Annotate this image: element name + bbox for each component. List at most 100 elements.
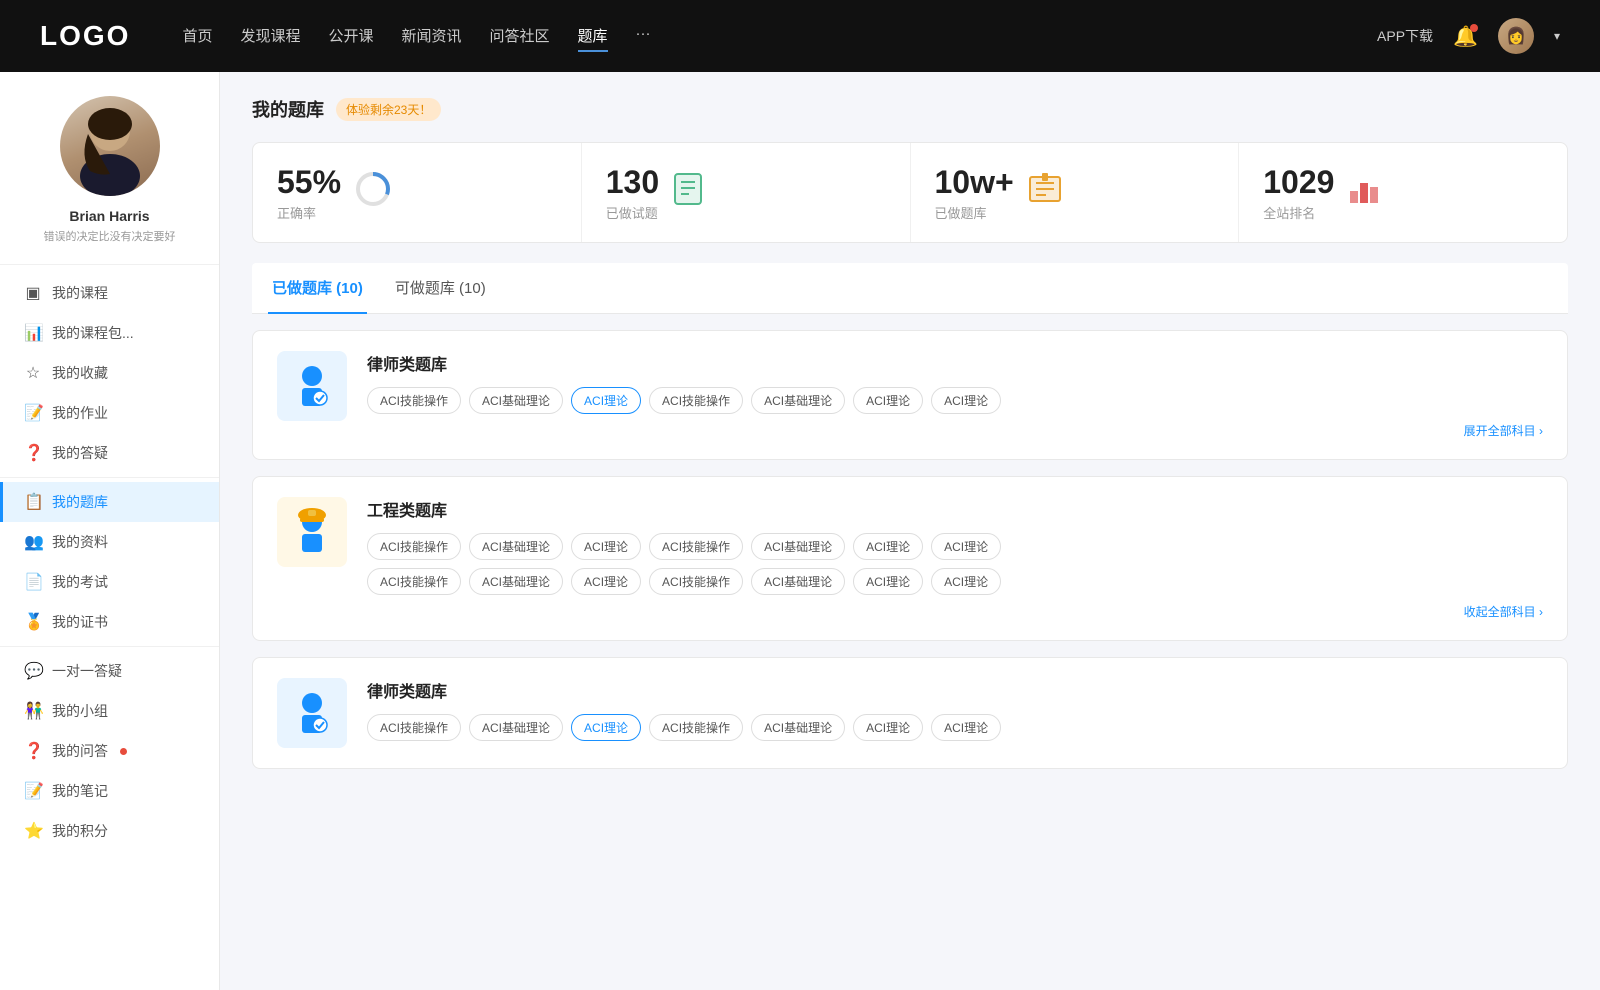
notification-dot <box>1470 24 1478 32</box>
done-questions-icon <box>673 172 703 213</box>
sidebar-item-one-on-one[interactable]: 💬 一对一答疑 <box>0 651 219 691</box>
sidebar: Brian Harris 错误的决定比没有决定要好 ▣ 我的课程 📊 我的课程包… <box>0 72 220 990</box>
bank3-tag-2[interactable]: ACI理论 <box>571 714 641 741</box>
sidebar-menu: ▣ 我的课程 📊 我的课程包... ☆ 我的收藏 📝 我的作业 ❓ 我的答疑 📋 <box>0 265 219 859</box>
stat-done-banks-label: 已做题库 <box>935 203 1014 222</box>
bank1-tag-1[interactable]: ACI基础理论 <box>469 387 563 414</box>
sidebar-item-group[interactable]: 👫 我的小组 <box>0 691 219 731</box>
sidebar-item-label: 我的积分 <box>52 821 108 841</box>
stat-done-questions: 130 已做试题 <box>582 143 911 242</box>
stat-accuracy-label: 正确率 <box>277 203 341 222</box>
bank2-extra-tag-6[interactable]: ACI理论 <box>931 568 1001 595</box>
sidebar-item-notes[interactable]: 📝 我的笔记 <box>0 771 219 811</box>
bank2-tag-4[interactable]: ACI基础理论 <box>751 533 845 560</box>
bank3-tag-3[interactable]: ACI技能操作 <box>649 714 743 741</box>
homework-icon: 📝 <box>24 403 42 423</box>
sidebar-item-favorites[interactable]: ☆ 我的收藏 <box>0 353 219 393</box>
bank1-tag-5[interactable]: ACI理论 <box>853 387 923 414</box>
bank-card-2-tags-row1: ACI技能操作 ACI基础理论 ACI理论 ACI技能操作 ACI基础理论 AC… <box>367 533 1543 560</box>
sidebar-item-qa[interactable]: ❓ 我的答疑 <box>0 433 219 473</box>
sidebar-item-label: 我的作业 <box>52 403 108 423</box>
bank1-tag-0[interactable]: ACI技能操作 <box>367 387 461 414</box>
qa-icon: ❓ <box>24 443 42 463</box>
sidebar-motto: 错误的决定比没有决定要好 <box>20 228 199 244</box>
bank2-tag-5[interactable]: ACI理论 <box>853 533 923 560</box>
bank-card-3-content: 律师类题库 ACI技能操作 ACI基础理论 ACI理论 ACI技能操作 ACI基… <box>367 678 1543 745</box>
bank2-extra-tag-4[interactable]: ACI基础理论 <box>751 568 845 595</box>
bank-card-1-icon <box>277 351 347 421</box>
bank2-extra-tag-5[interactable]: ACI理论 <box>853 568 923 595</box>
tab-available-banks[interactable]: 可做题库 (10) <box>391 263 490 314</box>
sidebar-item-certificate[interactable]: 🏅 我的证书 <box>0 602 219 642</box>
questionbank-icon: 📋 <box>24 492 42 512</box>
bank2-extra-tag-2[interactable]: ACI理论 <box>571 568 641 595</box>
nav-menu: 首页 发现课程 公开课 新闻资讯 问答社区 题库 ··· <box>182 21 1345 52</box>
bank1-tag-2[interactable]: ACI理论 <box>571 387 641 414</box>
sidebar-item-label: 我的资料 <box>52 532 108 552</box>
sidebar-item-points[interactable]: ⭐ 我的积分 <box>0 811 219 851</box>
sidebar-item-questions[interactable]: ❓ 我的问答 <box>0 731 219 771</box>
sidebar-item-questionbank[interactable]: 📋 我的题库 <box>0 482 219 522</box>
bank-card-2-tags-row2: ACI技能操作 ACI基础理论 ACI理论 ACI技能操作 ACI基础理论 AC… <box>367 568 1543 595</box>
sidebar-item-label: 我的笔记 <box>52 781 108 801</box>
sidebar-item-exam[interactable]: 📄 我的考试 <box>0 562 219 602</box>
sidebar-item-label: 我的题库 <box>52 492 108 512</box>
tabs-row: 已做题库 (10) 可做题库 (10) <box>252 263 1568 314</box>
bank-card-1-title: 律师类题库 <box>367 351 1543 375</box>
avatar-dropdown-icon[interactable]: ▾ <box>1554 29 1560 43</box>
nav-courses[interactable]: 发现课程 <box>240 21 300 52</box>
nav-qa[interactable]: 问答社区 <box>490 21 550 52</box>
bank2-tag-6[interactable]: ACI理论 <box>931 533 1001 560</box>
sidebar-item-label: 我的小组 <box>52 701 108 721</box>
nav-more[interactable]: ··· <box>636 21 651 52</box>
nav-open-course[interactable]: 公开课 <box>328 21 373 52</box>
sidebar-item-label: 我的课程包... <box>52 323 134 343</box>
navbar: LOGO 首页 发现课程 公开课 新闻资讯 问答社区 题库 ··· APP下载 … <box>0 0 1600 72</box>
questions-icon: ❓ <box>24 741 42 761</box>
bank2-tag-1[interactable]: ACI基础理论 <box>469 533 563 560</box>
sidebar-item-label: 我的收藏 <box>52 363 108 383</box>
bank-card-2-collapse[interactable]: 收起全部科目 › <box>367 603 1543 620</box>
bank2-extra-tag-3[interactable]: ACI技能操作 <box>649 568 743 595</box>
bank-card-1-tags: ACI技能操作 ACI基础理论 ACI理论 ACI技能操作 ACI基础理论 AC… <box>367 387 1543 414</box>
bank3-tag-0[interactable]: ACI技能操作 <box>367 714 461 741</box>
tab-done-banks[interactable]: 已做题库 (10) <box>268 263 367 314</box>
bank3-tag-6[interactable]: ACI理论 <box>931 714 1001 741</box>
sidebar-item-profile[interactable]: 👥 我的资料 <box>0 522 219 562</box>
main-content: 我的题库 体验剩余23天！ 55% 正确率 <box>220 72 1600 990</box>
bank2-extra-tag-1[interactable]: ACI基础理论 <box>469 568 563 595</box>
sidebar-item-my-courses[interactable]: ▣ 我的课程 <box>0 273 219 313</box>
points-icon: ⭐ <box>24 821 42 841</box>
stat-ranking-value: 1029 <box>1263 163 1334 201</box>
avatar[interactable]: 👩 <box>1498 18 1534 54</box>
sidebar-item-label: 一对一答疑 <box>52 661 122 681</box>
bank3-tag-5[interactable]: ACI理论 <box>853 714 923 741</box>
notification-bell-icon[interactable]: 🔔 <box>1453 24 1478 49</box>
stat-accuracy-value: 55% <box>277 163 341 201</box>
bank-card-2: 工程类题库 ACI技能操作 ACI基础理论 ACI理论 ACI技能操作 ACI基… <box>252 476 1568 641</box>
sidebar-item-homework[interactable]: 📝 我的作业 <box>0 393 219 433</box>
engineer-svg <box>286 506 338 558</box>
sidebar-username: Brian Harris <box>20 208 199 224</box>
nav-questionbank[interactable]: 题库 <box>578 21 608 52</box>
bank2-tag-2[interactable]: ACI理论 <box>571 533 641 560</box>
app-download-button[interactable]: APP下载 <box>1377 26 1433 46</box>
stat-done-banks: 10w+ 已做题库 <box>911 143 1240 242</box>
nav-news[interactable]: 新闻资讯 <box>402 21 462 52</box>
stat-done-banks-value: 10w+ <box>935 163 1014 201</box>
bank2-tag-3[interactable]: ACI技能操作 <box>649 533 743 560</box>
bank-card-3-title: 律师类题库 <box>367 678 1543 702</box>
bank3-tag-1[interactable]: ACI基础理论 <box>469 714 563 741</box>
bank3-tag-4[interactable]: ACI基础理论 <box>751 714 845 741</box>
nav-home[interactable]: 首页 <box>182 21 212 52</box>
bank-card-1-expand[interactable]: 展开全部科目 › <box>367 422 1543 439</box>
exam-icon: 📄 <box>24 572 42 592</box>
bank2-tag-0[interactable]: ACI技能操作 <box>367 533 461 560</box>
bank1-tag-6[interactable]: ACI理论 <box>931 387 1001 414</box>
sidebar-item-course-package[interactable]: 📊 我的课程包... <box>0 313 219 353</box>
logo: LOGO <box>40 20 130 52</box>
bank1-tag-4[interactable]: ACI基础理论 <box>751 387 845 414</box>
sidebar-profile: Brian Harris 错误的决定比没有决定要好 <box>0 96 219 265</box>
bank2-extra-tag-0[interactable]: ACI技能操作 <box>367 568 461 595</box>
bank1-tag-3[interactable]: ACI技能操作 <box>649 387 743 414</box>
